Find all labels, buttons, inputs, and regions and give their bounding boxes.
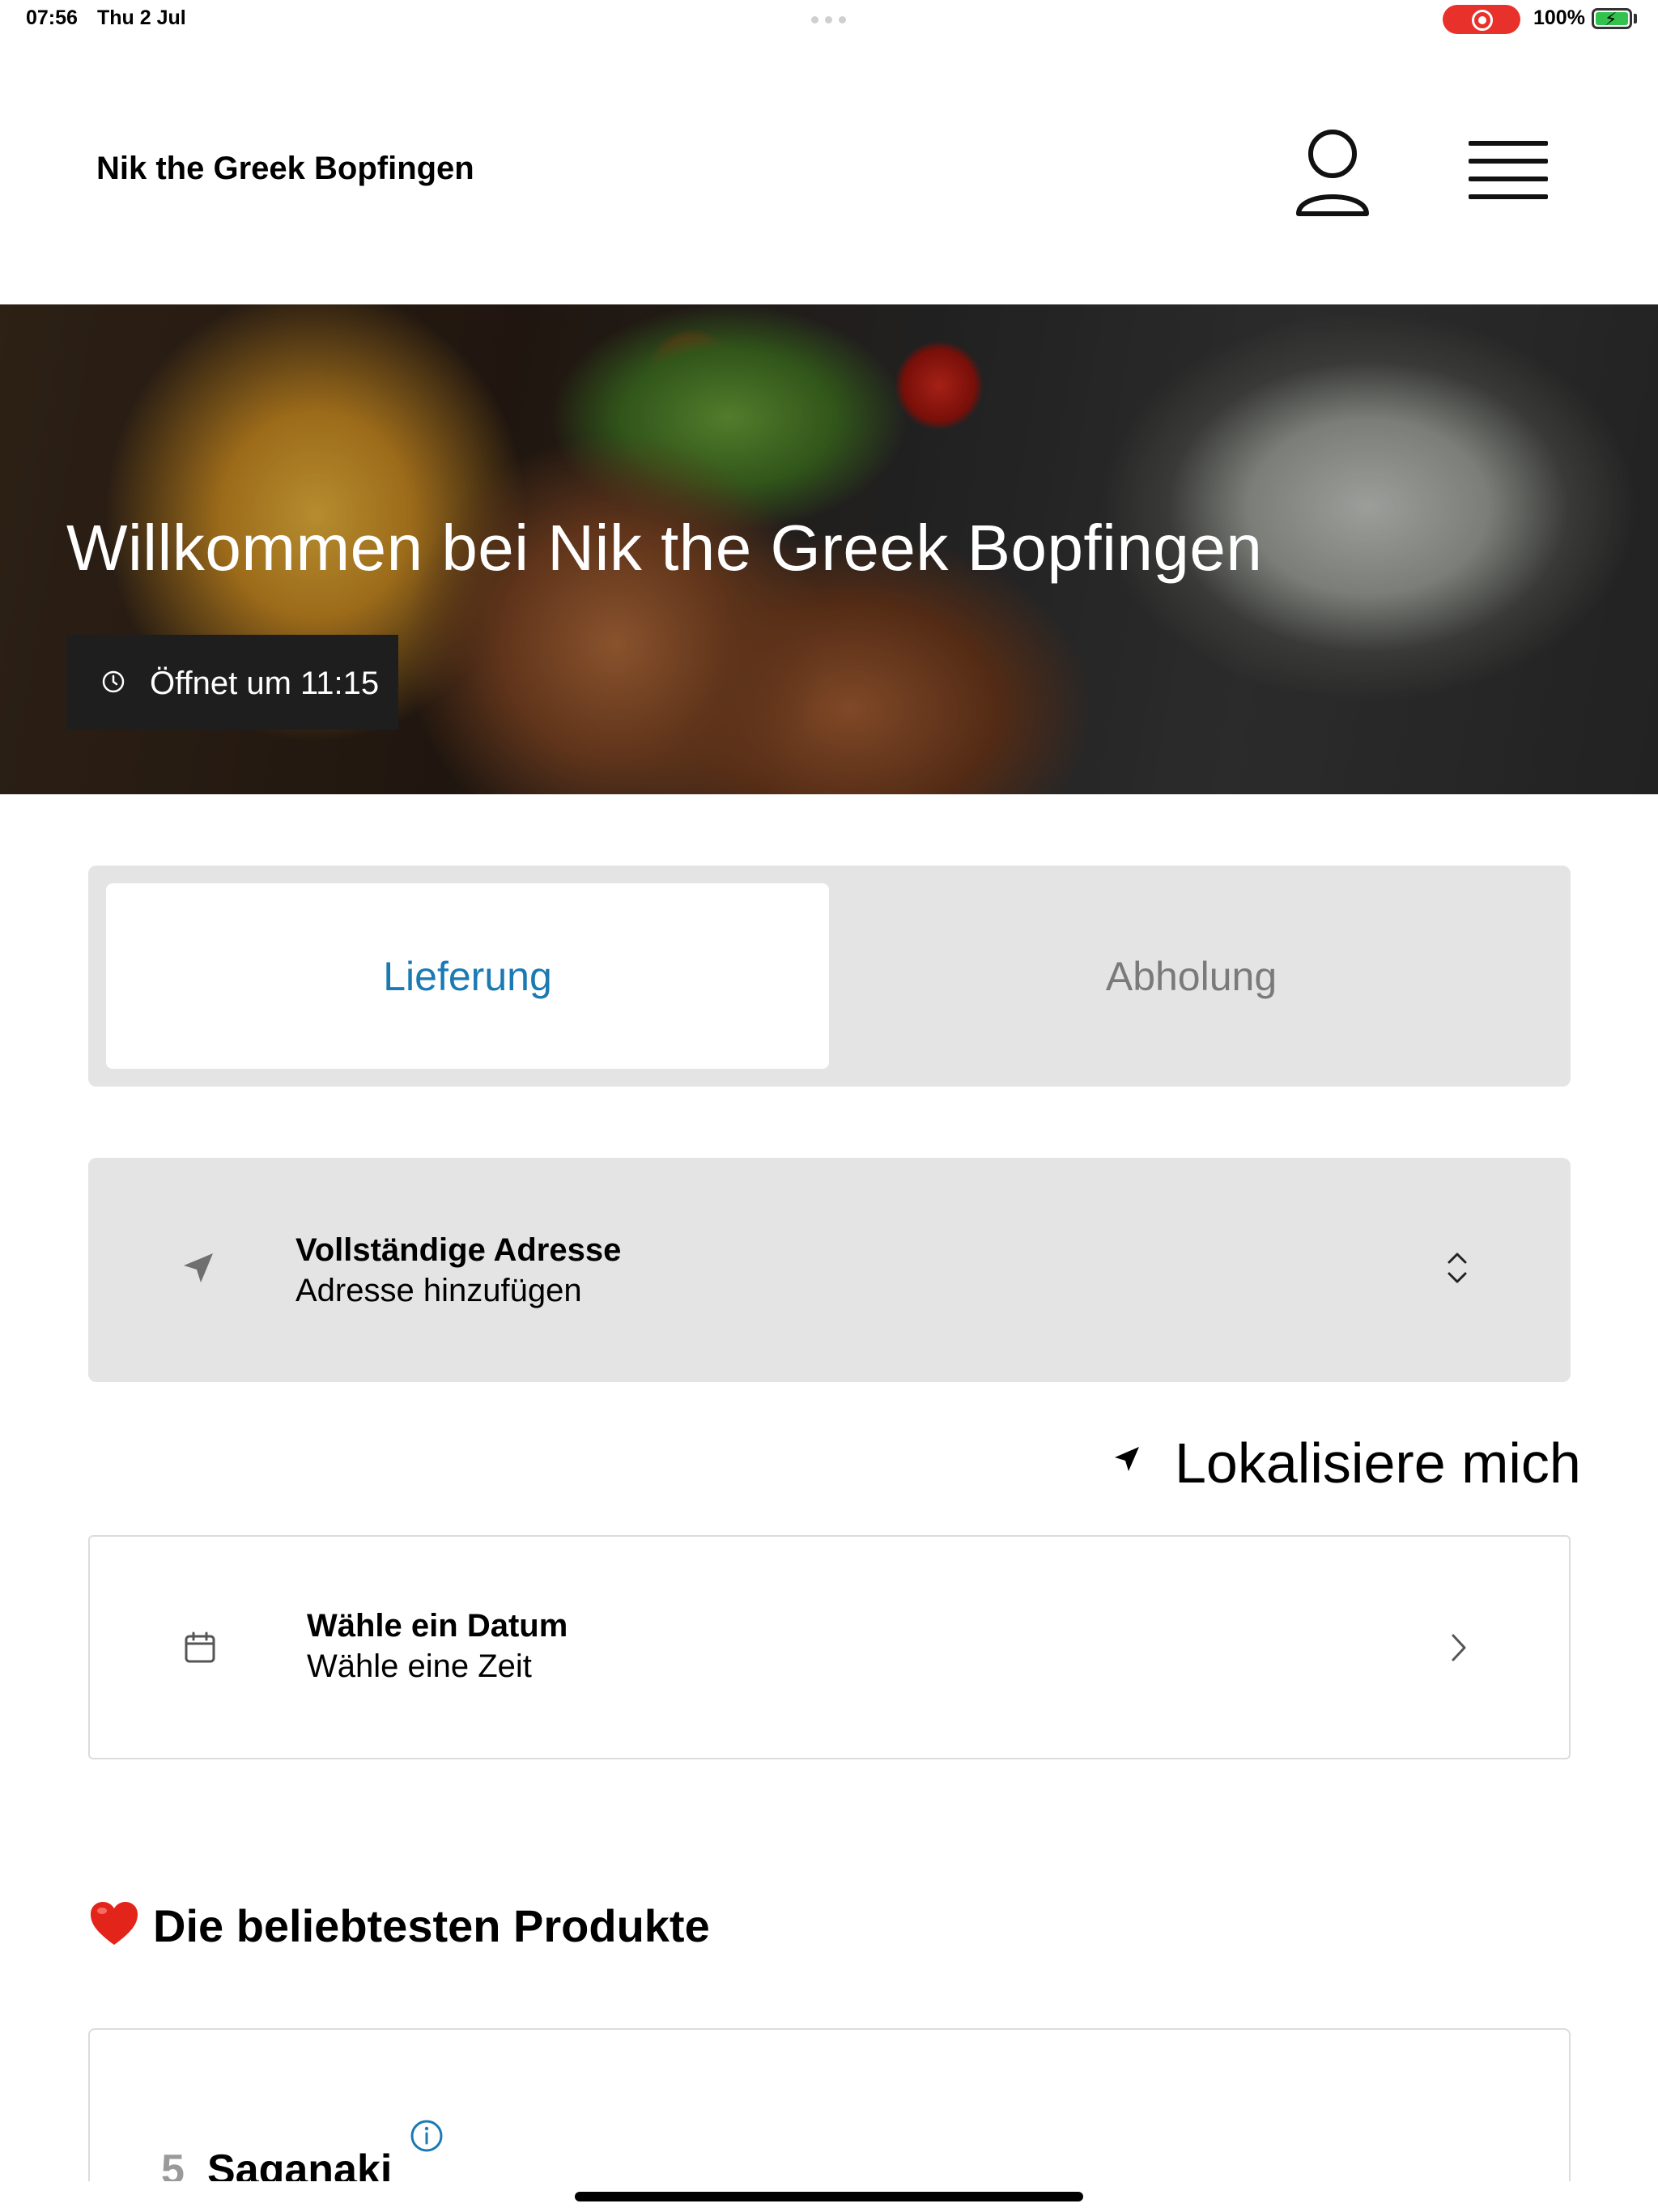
locate-me-label: Lokalisiere mich [1175, 1431, 1581, 1495]
screen-recording-icon[interactable] [1443, 5, 1520, 34]
location-arrow-icon [184, 1253, 213, 1283]
battery-charging-icon: ⚡ [1592, 8, 1632, 29]
calendar-icon [185, 1631, 215, 1663]
hamburger-menu-icon[interactable] [1464, 136, 1553, 209]
tab-delivery[interactable]: Lieferung [106, 883, 829, 1069]
brand-name[interactable]: Nik the Greek Bopfingen [96, 151, 474, 187]
multitasking-dots-icon[interactable] [811, 16, 846, 23]
order-type-toggle: Lieferung Abholung [88, 866, 1571, 1087]
locate-me-button[interactable]: Lokalisiere mich [1107, 1427, 1581, 1495]
date-title: Wähle ein Datum [307, 1608, 568, 1644]
user-icon[interactable] [1292, 126, 1373, 220]
hero-banner: Willkommen bei Nik the Greek Bopfingen Ö… [0, 304, 1658, 794]
popular-heading-text: Die beliebtesten Produkte [153, 1900, 710, 1951]
battery-percentage: 100% [1533, 6, 1585, 29]
opening-hours-badge: Öffnet um 11:15 [66, 635, 398, 730]
chevron-right-icon [1452, 1634, 1466, 1661]
status-time: 07:56 [26, 6, 78, 29]
date-time-selector[interactable]: Wähle ein Datum Wähle eine Zeit [88, 1535, 1571, 1759]
clock-icon [102, 670, 125, 693]
heart-icon [91, 1902, 138, 1945]
opening-hours-text: Öffnet um 11:15 [150, 666, 380, 701]
site-header: Nik the Greek Bopfingen [0, 39, 1658, 304]
address-selector[interactable]: Vollständige Adresse Adresse hinzufügen [88, 1158, 1571, 1382]
tab-pickup[interactable]: Abholung [830, 883, 1553, 1069]
home-indicator[interactable] [575, 2192, 1083, 2201]
welcome-title: Willkommen bei Nik the Greek Bopfingen [66, 512, 1263, 584]
address-placeholder: Adresse hinzufügen [295, 1273, 582, 1308]
battery-tip [1634, 14, 1637, 23]
address-title: Vollständige Adresse [295, 1232, 622, 1268]
chevron-up-down-icon [1448, 1253, 1467, 1283]
page: 07:56 Thu 2 Jul 100% ⚡ Nik the Greek Bop… [0, 0, 1658, 2212]
location-arrow-icon [1115, 1447, 1139, 1471]
info-icon[interactable] [410, 2119, 444, 2153]
status-bar: 07:56 Thu 2 Jul 100% ⚡ [0, 0, 1658, 39]
status-date: Thu 2 Jul [97, 6, 186, 29]
time-subtitle: Wähle eine Zeit [307, 1648, 532, 1684]
